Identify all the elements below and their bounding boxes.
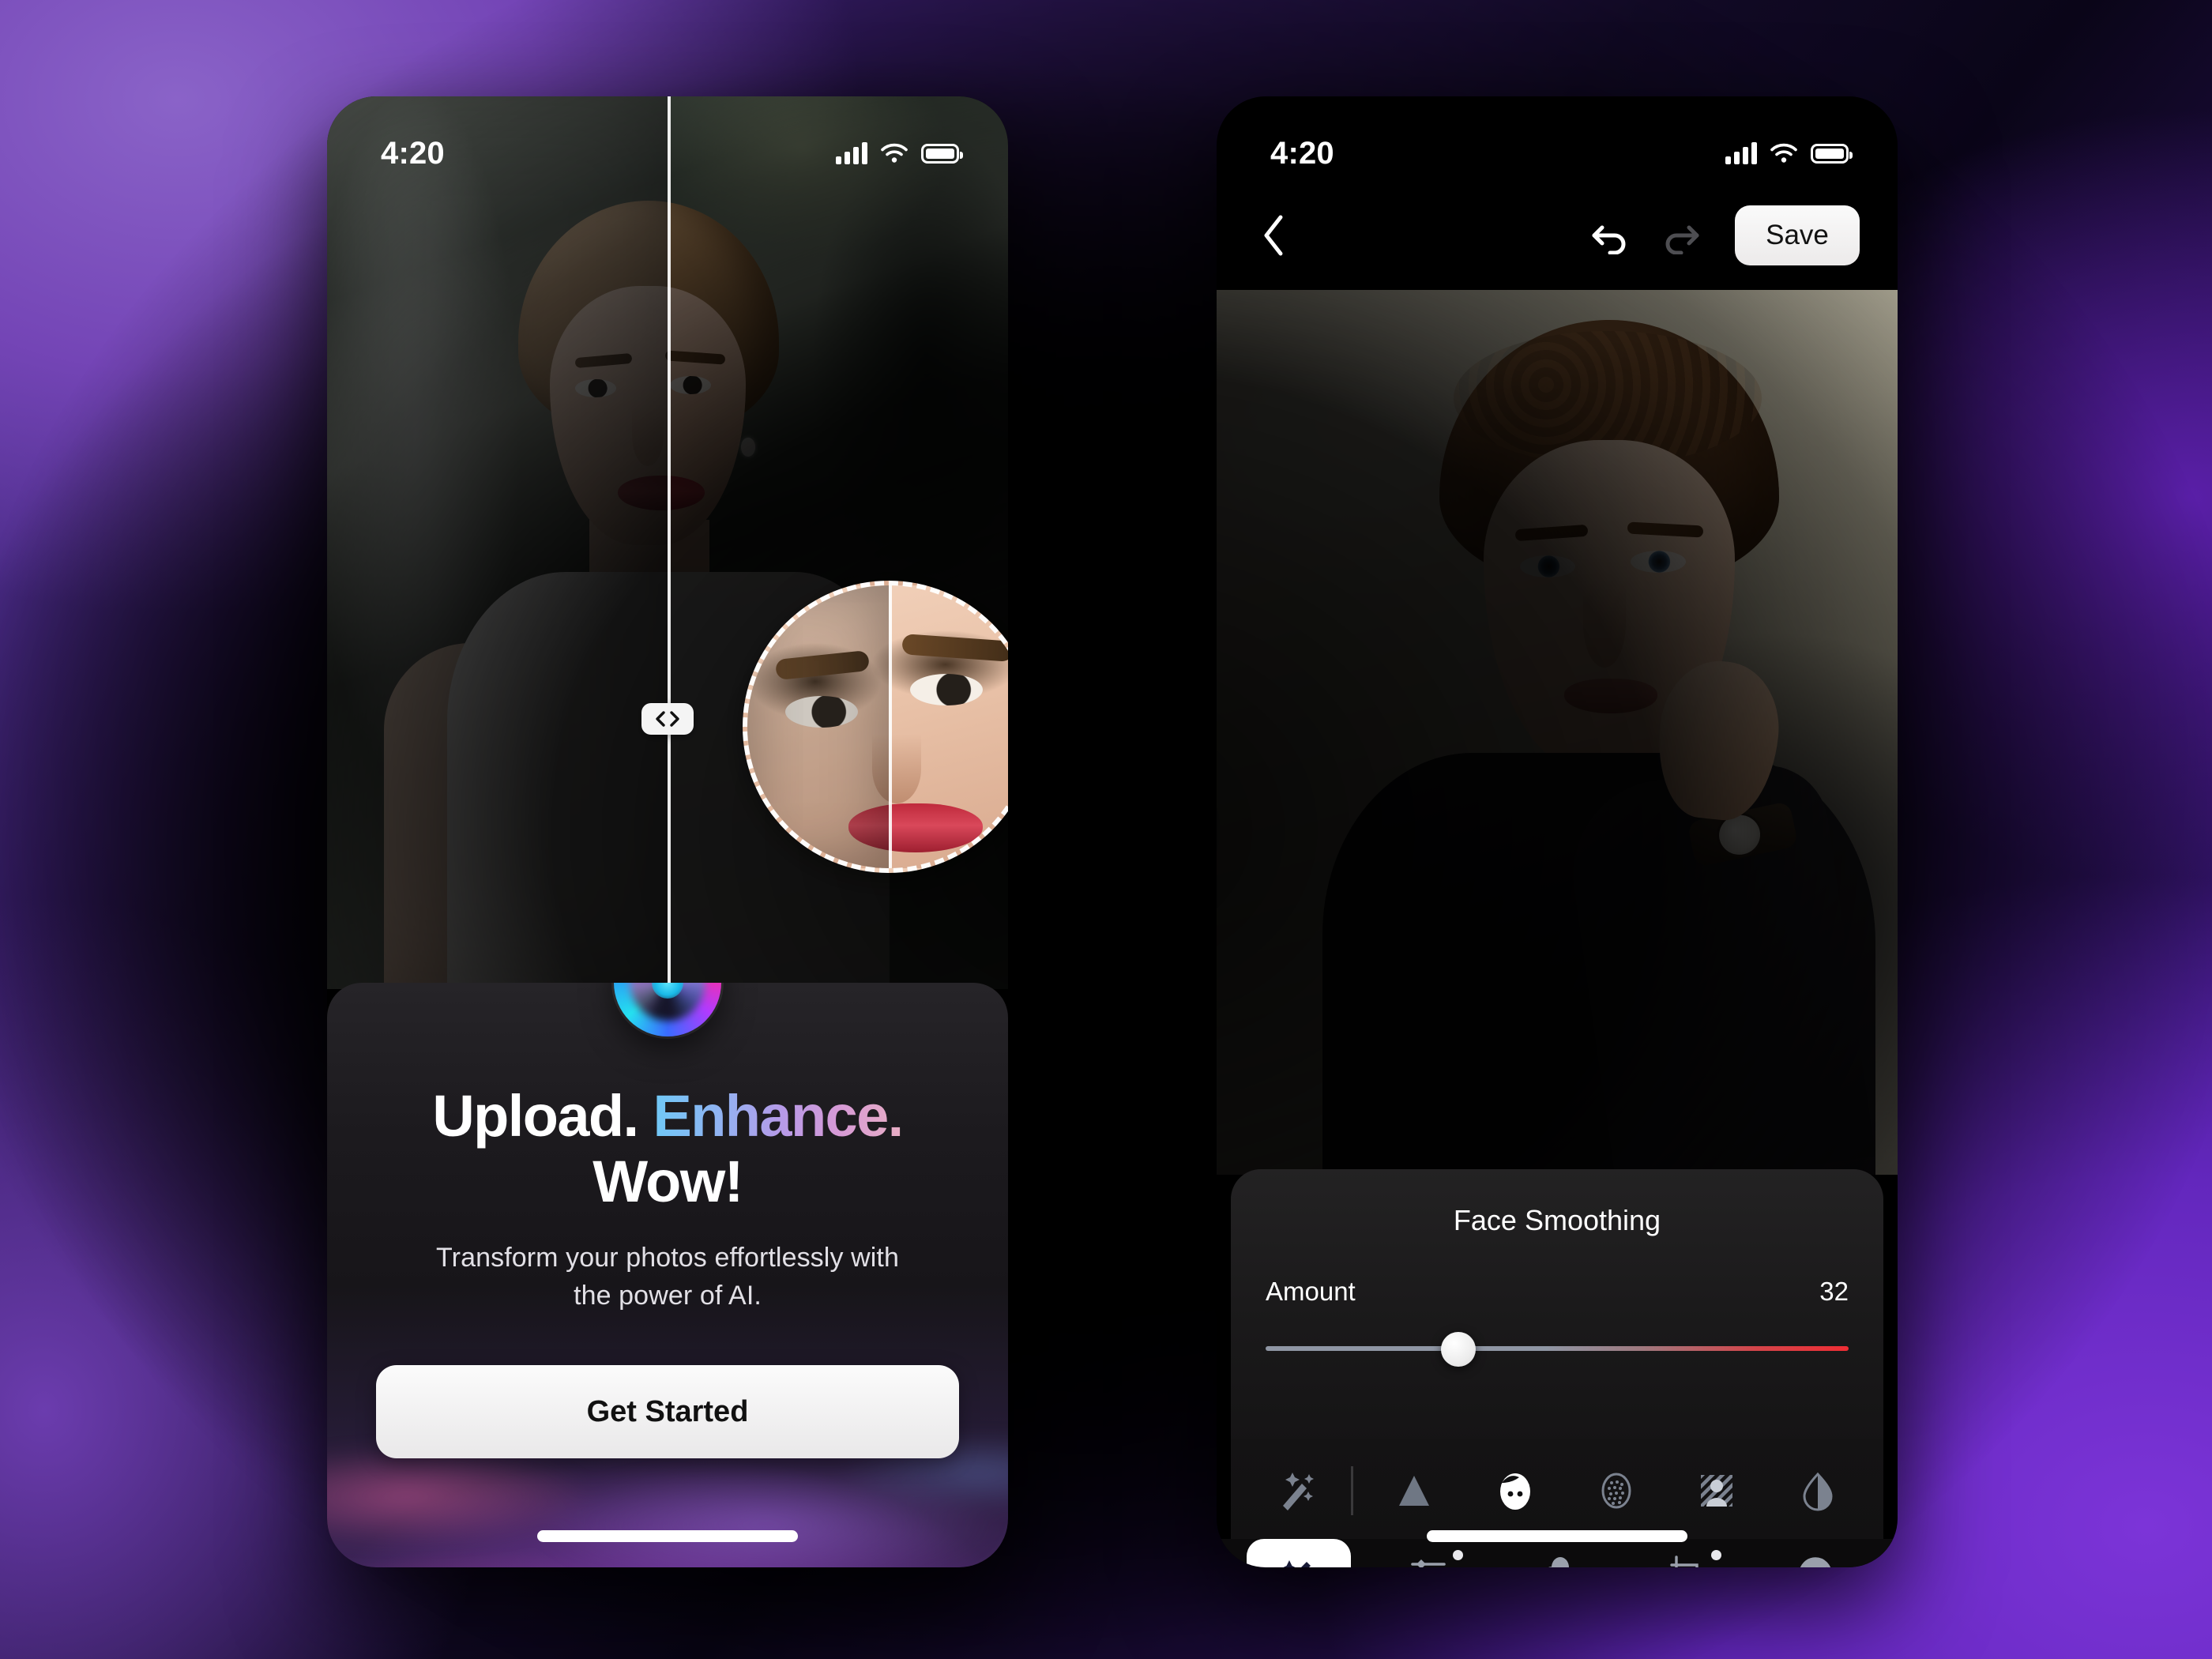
contrast-droplet-icon[interactable] (1784, 1457, 1852, 1525)
get-started-button[interactable]: Get Started (376, 1365, 959, 1458)
magnifier-lens-icon[interactable] (743, 581, 1008, 873)
battery-icon (1811, 143, 1853, 164)
onboarding-card: Upload. Enhance. Wow! Transform your pho… (327, 983, 1008, 1567)
lens-before-half (747, 585, 889, 868)
before-after-hero-image[interactable] (327, 96, 1008, 989)
compare-slider-handle-icon[interactable] (641, 703, 694, 735)
face-smoothing-icon[interactable] (1481, 1457, 1549, 1525)
panel-title: Face Smoothing (1453, 1204, 1661, 1236)
effects-circles-icon (1548, 1557, 1569, 1567)
bottom-tab-bar: Enhance Adjust (1217, 1539, 1898, 1567)
portrait-blur-icon[interactable] (1683, 1457, 1751, 1525)
slider-track (1266, 1346, 1849, 1351)
subtitle: Transform your photos effortlessly with … (376, 1239, 959, 1315)
amount-label: Amount (1266, 1277, 1356, 1306)
status-time: 4:20 (1270, 135, 1334, 171)
sliders-icon (1410, 1559, 1446, 1567)
eye-right (1631, 551, 1686, 573)
earring-shape (741, 438, 755, 457)
tab-optics[interactable]: Optics (1763, 1539, 1868, 1567)
status-icons (836, 142, 963, 164)
undo-arrow-icon[interactable] (1589, 216, 1631, 254)
headline-part-1: Upload. (432, 1083, 653, 1149)
page-title: Upload. Enhance. Wow! (376, 1083, 959, 1215)
tool-divider (1351, 1466, 1353, 1515)
chevron-left-icon[interactable] (1253, 215, 1294, 256)
wifi-icon (881, 143, 908, 163)
tool-strip (1231, 1439, 1883, 1542)
subtitle-line-2: the power of AI. (574, 1281, 762, 1311)
eye-left (1520, 555, 1575, 577)
lips-shape (1564, 679, 1657, 713)
edited-photo[interactable] (1217, 290, 1898, 1175)
tab-crop[interactable]: Crop (1635, 1539, 1739, 1567)
headline-part-3: Wow! (592, 1148, 743, 1214)
amount-value: 32 (1819, 1277, 1849, 1306)
amount-slider[interactable] (1266, 1332, 1849, 1367)
magic-brush-icon (1283, 1560, 1311, 1567)
status-time: 4:20 (381, 135, 445, 171)
headline-part-2: Enhance. (653, 1083, 904, 1149)
status-bar: 4:20 (1217, 96, 1898, 182)
badge-dot (1710, 1550, 1721, 1560)
subtitle-line-1: Transform your photos effortlessly with (436, 1242, 899, 1273)
tab-enhance[interactable]: Enhance (1247, 1539, 1351, 1567)
sharpen-triangle-icon[interactable] (1380, 1457, 1448, 1525)
status-bar: 4:20 (327, 96, 1008, 182)
compare-split-line (668, 96, 671, 989)
lens-eye-right (910, 674, 983, 705)
lens-split-line (889, 585, 892, 868)
home-indicator[interactable] (537, 1530, 798, 1542)
history-controls (1589, 216, 1702, 254)
texture-grain-icon[interactable] (1582, 1457, 1650, 1525)
tab-effects[interactable]: Effects (1505, 1539, 1609, 1567)
save-button[interactable]: Save (1735, 205, 1860, 265)
cellular-signal-icon (836, 142, 867, 164)
lens-eyebrow-right (901, 634, 1008, 662)
aperture-icon (1800, 1557, 1831, 1567)
editor-toolbar: Save (1217, 183, 1898, 288)
adjust-panel: Face Smoothing Amount 32 (1231, 1169, 1883, 1468)
screenshot-canvas: 4:20 Upload. Enhance. Wow! Transform you… (0, 0, 2212, 1659)
amount-row: Amount 32 (1266, 1277, 1849, 1307)
status-icons (1725, 142, 1853, 164)
eye-right (670, 376, 711, 394)
before-half-overlay (327, 96, 668, 989)
slider-thumb[interactable] (1440, 1332, 1476, 1367)
crop-icon (1669, 1556, 1698, 1567)
tab-adjust[interactable]: Adjust (1376, 1539, 1480, 1567)
auto-magic-wand-icon[interactable] (1262, 1457, 1330, 1525)
redo-arrow-icon[interactable] (1661, 216, 1702, 254)
nose-shape (1583, 581, 1626, 668)
badge-dot (1452, 1550, 1463, 1560)
onboarding-phone: 4:20 Upload. Enhance. Wow! Transform you… (327, 96, 1008, 1567)
editor-phone: 4:20 Save Face Smoothing Amount 32 (1217, 96, 1898, 1567)
home-indicator[interactable] (1427, 1530, 1687, 1542)
cellular-signal-icon (1725, 142, 1757, 164)
battery-icon (921, 143, 963, 164)
wifi-icon (1770, 143, 1797, 163)
